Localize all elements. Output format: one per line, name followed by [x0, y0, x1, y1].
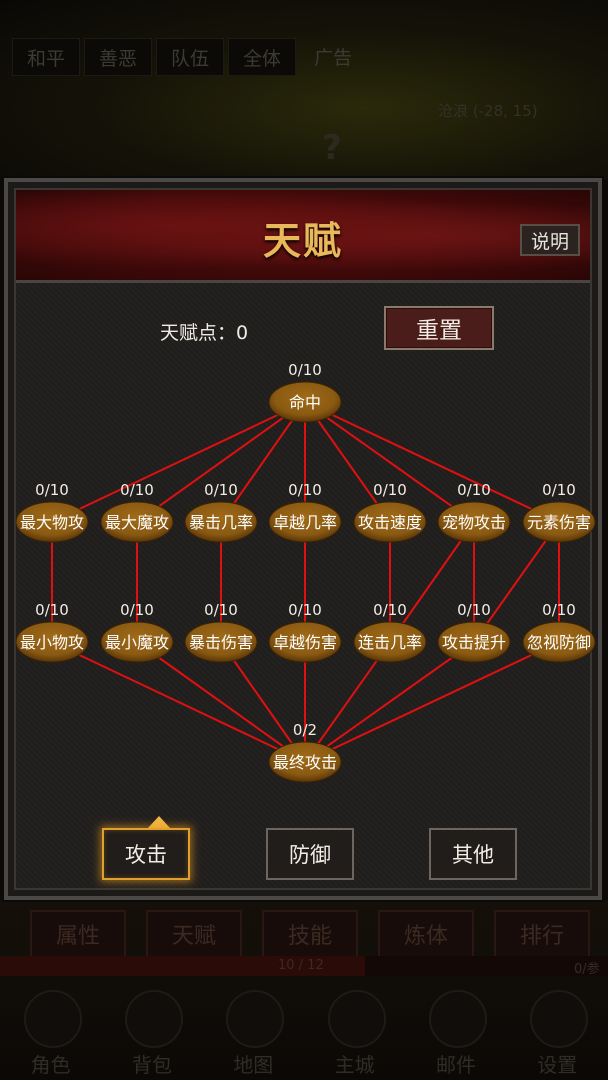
talent-node-count: 0/10 [204, 601, 238, 619]
bottom-navigation: 角色 背包 地图 主城 邮件 设置 [0, 985, 608, 1080]
tab-team: 队伍 [156, 38, 225, 76]
talent-node-count: 0/10 [35, 601, 69, 619]
category-defense-button[interactable]: 防御 [266, 828, 354, 880]
background-map-area [0, 0, 608, 180]
talent-node-element-damage[interactable]: 元素伤害 0/10 [522, 481, 596, 543]
nav-label: 背包 [131, 1053, 172, 1077]
nav-character: 角色 [6, 985, 96, 1080]
talent-node-hit[interactable]: 命中 0/10 [268, 361, 342, 423]
talent-node-count: 0/10 [35, 481, 69, 499]
link-root-to-row1 [51, 401, 306, 523]
talent-node-label: 卓越几率 [273, 513, 337, 532]
tab-ads: 广告 [314, 46, 353, 69]
menu-ranking-button: 排行 [494, 910, 590, 958]
talent-node-count: 0/10 [373, 601, 407, 619]
talent-node-excellent-rate[interactable]: 卓越几率 0/10 [268, 481, 342, 543]
talent-node-crit-damage[interactable]: 暴击伤害 0/10 [184, 601, 258, 663]
nav-label: 角色 [30, 1053, 71, 1077]
castle-icon [327, 990, 386, 1048]
talent-node-label: 最大物攻 [20, 513, 84, 532]
chat-channel-tabs: 和平 善恶 队伍 全体 广告 [12, 38, 366, 76]
tab-all: 全体 [228, 38, 297, 76]
experience-text: 10 / 12 [278, 958, 324, 973]
talent-node-label: 命中 [289, 393, 321, 412]
talent-node-label: 最大魔攻 [105, 513, 169, 532]
talent-node-count: 0/10 [542, 481, 576, 499]
talent-node-count: 0/10 [288, 601, 322, 619]
function-menu: 属性 天赋 技能 炼体 排行 [30, 910, 590, 958]
link-row2-to-final [304, 641, 560, 763]
link-row2-to-final [51, 641, 306, 763]
talent-node-count: 0/10 [120, 601, 154, 619]
talent-node-label: 最小物攻 [20, 633, 84, 652]
talent-node-final-attack[interactable]: 最终攻击 0/2 [268, 721, 342, 783]
experience-right-text: 0/参 [574, 962, 600, 977]
talent-dialog-body: 天赋 说明 天赋点：0 重置 命中 0/10 最大物攻 0/10 最大魔攻 0/10 暴击几… [14, 188, 596, 890]
talent-node-count: 0/10 [288, 361, 322, 379]
tab-good-evil: 善恶 [84, 38, 153, 76]
nav-label: 设置 [537, 1053, 578, 1077]
nav-bag: 背包 [107, 985, 197, 1080]
talent-node-count: 0/10 [120, 481, 154, 499]
menu-body-refine-button: 炼体 [378, 910, 474, 958]
talent-node-crit-rate[interactable]: 暴击几率 0/10 [184, 481, 258, 543]
nav-settings: 设置 [512, 985, 602, 1080]
map-icon [226, 990, 285, 1048]
settings-icon [530, 990, 589, 1048]
talent-dialog: 天赋 说明 天赋点：0 重置 命中 0/10 最大物攻 0/10 最大魔攻 0/10 暴击几… [2, 176, 604, 902]
talent-node-count: 0/10 [373, 481, 407, 499]
bag-icon [124, 990, 183, 1048]
link-root-to-row1 [304, 401, 560, 523]
talent-node-count: 0/10 [457, 481, 491, 499]
tab-peace: 和平 [12, 38, 81, 76]
talent-node-label: 忽视防御 [527, 633, 591, 652]
active-tab-indicator-icon [148, 816, 170, 828]
talent-node-label: 暴击伤害 [189, 633, 253, 652]
nav-map: 地图 [208, 985, 298, 1080]
talent-node-ignore-defense[interactable]: 忽视防御 0/10 [522, 601, 596, 663]
nav-label: 邮件 [435, 1053, 476, 1077]
talent-node-label: 宠物攻击 [442, 513, 506, 532]
talent-node-count: 0/10 [542, 601, 576, 619]
talent-node-max-magic-atk[interactable]: 最大魔攻 0/10 [100, 481, 174, 543]
map-coordinates: 沧浪 (-28, 15) [438, 102, 538, 120]
tree-links [51, 401, 560, 763]
talent-node-attack-speed[interactable]: 攻击速度 0/10 [353, 481, 427, 543]
talent-node-label: 攻击提升 [442, 633, 506, 652]
nav-label: 主城 [334, 1053, 375, 1077]
talent-tree: 命中0/10最大物攻0/10最大魔攻0/10暴击几率0/10卓越几率0/10攻击… [16, 361, 596, 783]
talent-node-label: 暴击几率 [189, 513, 253, 532]
talent-node-label: 卓越伤害 [273, 633, 337, 652]
nav-mail: 邮件 [411, 985, 501, 1080]
talent-node-excellent-damage[interactable]: 卓越伤害 0/10 [268, 601, 342, 663]
menu-skills-button: 技能 [262, 910, 358, 958]
talent-node-label: 最终攻击 [273, 753, 337, 772]
talent-node-label: 元素伤害 [527, 513, 591, 532]
menu-talent-button: 天赋 [146, 910, 242, 958]
mail-icon [428, 990, 487, 1048]
talent-node-combo-rate[interactable]: 连击几率 0/10 [353, 601, 427, 663]
category-attack-button[interactable]: 攻击 [102, 828, 190, 880]
question-mark-icon: ? [322, 128, 342, 168]
talent-node-count: 0/10 [204, 481, 238, 499]
category-other-button[interactable]: 其他 [429, 828, 517, 880]
character-icon [23, 990, 82, 1048]
nav-main-city: 主城 [310, 985, 400, 1080]
talent-node-pet-attack[interactable]: 宠物攻击 0/10 [437, 481, 511, 543]
talent-node-attack-boost[interactable]: 攻击提升 0/10 [437, 601, 511, 663]
talent-node-label: 最小魔攻 [105, 633, 169, 652]
talent-node-label: 攻击速度 [358, 513, 422, 532]
talent-node-max-phys-atk[interactable]: 最大物攻 0/10 [16, 481, 89, 543]
talent-node-count: 0/10 [288, 481, 322, 499]
talent-node-label: 连击几率 [358, 633, 422, 652]
talent-node-min-phys-atk[interactable]: 最小物攻 0/10 [16, 601, 89, 663]
talent-node-count: 0/2 [293, 721, 317, 739]
menu-attributes-button: 属性 [30, 910, 126, 958]
talent-node-count: 0/10 [457, 601, 491, 619]
nav-label: 地图 [233, 1053, 274, 1077]
talent-node-min-magic-atk[interactable]: 最小魔攻 0/10 [100, 601, 174, 663]
